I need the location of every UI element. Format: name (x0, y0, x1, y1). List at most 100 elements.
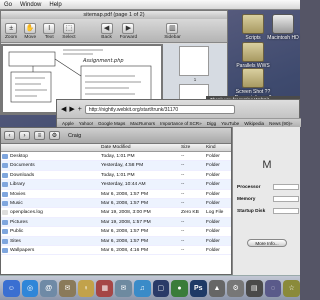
file-date: Mar 6, 2008, 4:16 PM (101, 247, 149, 253)
dock-app-icon[interactable]: ⚙ (227, 279, 244, 297)
dock-app-icon[interactable]: ◎ (21, 279, 39, 297)
column-size[interactable]: Size (181, 145, 190, 150)
table-row[interactable]: Library Yesterday, 10:44 AM -- Folder (1, 180, 231, 190)
toolbar-label: Back (101, 35, 112, 40)
finder-toolbar: ‹ › ≡ ⚙ Craig (1, 128, 231, 144)
dock-app-icon[interactable]: ✉ (59, 279, 76, 297)
bookmark-news[interactable]: News (90)» (269, 121, 293, 126)
forward-button[interactable]: › (19, 131, 30, 140)
dock-app-icon[interactable]: ▢ (152, 279, 170, 297)
dock-app-icon[interactable]: ♫ (133, 279, 151, 297)
select-icon: ⬚ (62, 23, 75, 34)
column-date[interactable]: Date Modified (101, 145, 131, 150)
select-button[interactable]: ⬚ Select (62, 23, 76, 40)
forward-icon[interactable]: ▶ (69, 105, 74, 113)
back-button[interactable]: ◀ Back (100, 23, 113, 40)
file-size: -- (181, 229, 185, 235)
table-row[interactable]: openplaces.log Mar 19, 2008, 3:00 PM Zero … (1, 208, 231, 218)
file-kind: Folder (206, 182, 220, 188)
dock-app-icon[interactable]: ♀ (77, 279, 95, 297)
sidebar-icon: ▥ (166, 23, 179, 34)
toolbar-label: Sidebar (164, 35, 181, 40)
dock-app-icon[interactable]: Ps (189, 279, 207, 297)
folder-icon (2, 191, 8, 197)
file-date: Mar 6, 2008, 1:57 PM (101, 229, 149, 235)
safari-window: ◀ ▶ + http://nightly.webkit.org/start/tr… (56, 99, 301, 127)
dock-app-icon[interactable]: ✉ (115, 279, 132, 297)
file-size: Zero KB (181, 210, 199, 216)
dock-app-icon[interactable]: ▤ (245, 279, 263, 297)
table-row[interactable]: Downloads Today, 1:01 PM -- Folder (1, 171, 231, 181)
move-button[interactable]: ✋ Move (24, 23, 37, 40)
folder-icon (2, 238, 8, 244)
folder-icon (2, 247, 8, 253)
file-name: Public (10, 229, 24, 235)
table-row[interactable]: Wallpapers Mar 6, 2008, 4:16 PM -- Folder (1, 246, 231, 256)
startup-disk-value (273, 208, 299, 214)
text-cursor-icon: I (43, 23, 56, 34)
column-kind[interactable]: Kind (206, 145, 216, 150)
bookmark-google-maps[interactable]: Google Maps (98, 121, 125, 126)
dock-app-icon[interactable]: ▦ (96, 279, 114, 297)
page-thumbnail[interactable] (179, 46, 209, 76)
zoom-button[interactable]: ± Zoom (5, 23, 17, 40)
bookmark-importance[interactable]: Importance of SCR» (160, 121, 202, 126)
back-arrow-icon: ◀ (100, 23, 113, 34)
text-button[interactable]: I Text (43, 23, 56, 40)
menu-go[interactable]: Go (0, 2, 16, 8)
dock-app-icon[interactable]: @ (40, 279, 58, 297)
table-row[interactable]: Sites Mar 6, 2008, 1:57 PM -- Folder (1, 236, 231, 246)
bookmark-apple[interactable]: Apple (62, 121, 74, 126)
file-size: -- (181, 200, 185, 206)
bookmark-yahoo[interactable]: Yahoo! (79, 121, 93, 126)
forward-button[interactable]: ▶ Forward (120, 23, 137, 40)
folder-icon (2, 182, 8, 188)
bookmark-youtube[interactable]: YouTube (221, 121, 239, 126)
dock-app-icon[interactable]: ☺ (3, 279, 20, 297)
table-row[interactable]: Public Mar 6, 2008, 1:57 PM -- Folder (1, 227, 231, 237)
add-bookmark-icon[interactable]: + (78, 106, 82, 113)
table-row[interactable]: Desktop Today, 1:01 PM -- Folder (1, 152, 231, 162)
menu-window[interactable]: Window (16, 2, 45, 8)
dock-app-icon[interactable]: ☆ (283, 279, 300, 297)
back-button[interactable]: ‹ (4, 131, 15, 140)
desktop-icon-label: Macintosh HD (267, 35, 299, 41)
file-kind: Folder (206, 163, 220, 169)
url-field[interactable]: http://nightly.webkit.org/start/trunk/31… (84, 104, 235, 114)
hard-disk-icon (272, 14, 294, 34)
table-row[interactable]: Pictures Mar 19, 2008, 1:57 PM -- Folder (1, 217, 231, 228)
file-size: -- (181, 182, 185, 188)
bookmark-digg[interactable]: Digg (207, 121, 216, 126)
menu-help[interactable]: Help (45, 2, 65, 8)
file-size: -- (181, 172, 185, 178)
file-name: Library (10, 182, 25, 188)
file-date: Mar 19, 2008, 1:57 PM (101, 219, 151, 225)
sidebar-button[interactable]: ▥ Sidebar (164, 23, 181, 40)
file-name: openplaces.log (10, 210, 43, 216)
desktop-icon-macintosh-hd[interactable]: Macintosh HD (262, 14, 304, 41)
bookmark-wikipedia[interactable]: Wikipedia (244, 121, 264, 126)
more-info-button[interactable]: More Info... (247, 239, 287, 247)
page-heading: Assignment.php (82, 58, 124, 64)
dock-app-icon[interactable]: ▲ (208, 279, 226, 297)
file-kind: Folder (206, 229, 220, 235)
file-kind: Folder (206, 191, 220, 197)
gear-icon[interactable]: ⚙ (49, 131, 60, 140)
folder-icon (242, 14, 264, 34)
table-row[interactable]: Movies Mar 6, 2008, 1:57 PM -- Folder (1, 190, 231, 199)
back-icon[interactable]: ◀ (61, 105, 66, 113)
folder-icon (242, 42, 264, 62)
folder-icon (2, 229, 8, 235)
about-this-mac-panel: M Processor Memory Startup Disk More Inf… (232, 127, 300, 275)
folder-icon (2, 200, 8, 206)
dock-app-icon[interactable]: ◌ (264, 279, 282, 297)
table-row[interactable]: Music Mar 6, 2008, 1:57 PM -- Folder (1, 198, 231, 209)
desktop-icon-label: Scripts (245, 35, 261, 41)
file-kind: Folder (206, 247, 220, 253)
bookmark-macrumors[interactable]: MacRumors (130, 121, 155, 126)
table-row[interactable]: Documents Yesterday, 4:58 PM -- Folder (1, 161, 231, 171)
file-name: Desktop (10, 154, 28, 159)
dock-app-icon[interactable]: ● (171, 279, 188, 297)
view-list-icon[interactable]: ≡ (34, 131, 45, 140)
file-date: Mar 6, 2008, 1:57 PM (101, 200, 149, 206)
